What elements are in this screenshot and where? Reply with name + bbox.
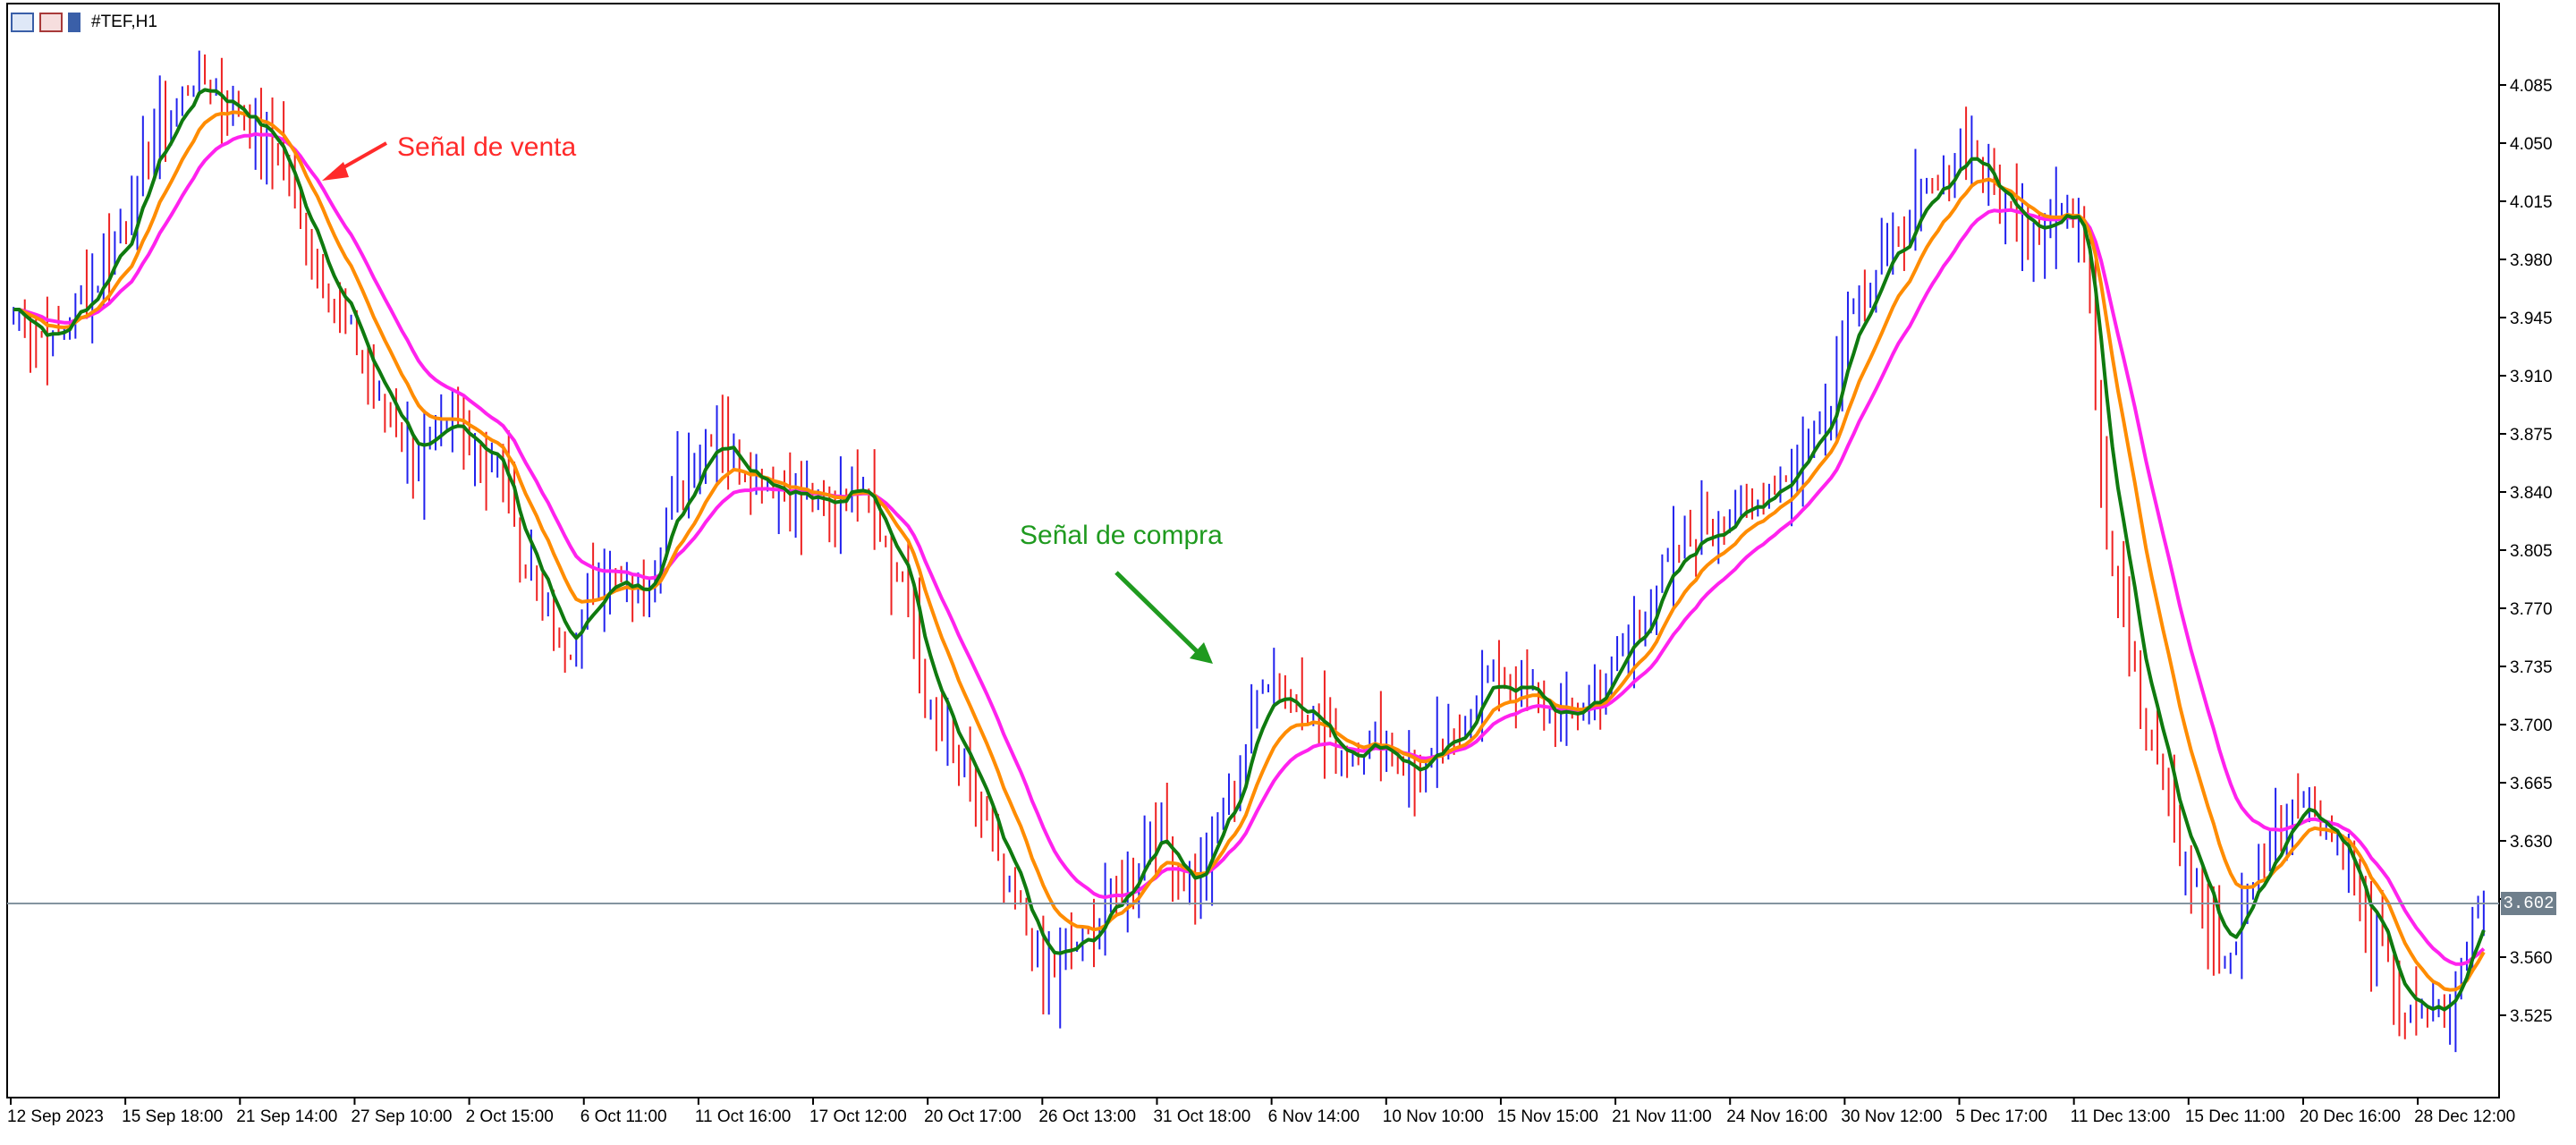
buy-signal-label: Señal de compra <box>1020 521 1223 550</box>
chart-title-bar: #TEF,H1 <box>11 7 157 38</box>
sell-arrow-icon <box>322 141 387 181</box>
time-tick-label: 6 Nov 14:00 <box>1268 1107 1360 1126</box>
price-tick-label: 3.840 <box>2510 484 2553 503</box>
chart-plot[interactable]: 4.085 4.050 4.015 3.980 3.945 3.910 3.875 3.840… <box>0 0 2576 1145</box>
price-bars <box>13 50 2485 1053</box>
time-tick-label: 5 Dec 17:00 <box>1956 1107 2047 1126</box>
price-tick-label: 3.525 <box>2510 1007 2553 1026</box>
price-tick-label: 3.945 <box>2510 310 2553 328</box>
price-tick-label: 3.735 <box>2510 658 2553 677</box>
time-tick-label: 26 Oct 13:00 <box>1038 1107 1136 1126</box>
time-tick-label: 15 Sep 18:00 <box>122 1107 223 1126</box>
time-tick-label: 30 Nov 12:00 <box>1841 1107 1942 1126</box>
time-tick-label: 11 Oct 16:00 <box>695 1107 791 1126</box>
price-tick-label: 3.980 <box>2510 251 2553 270</box>
price-tick-label: 3.770 <box>2510 600 2553 619</box>
time-tick-label: 20 Dec 16:00 <box>2300 1107 2401 1126</box>
price-tick-label: 4.050 <box>2510 135 2553 154</box>
sell-signal-label: Señal de venta <box>397 132 577 162</box>
price-tick-label: 4.085 <box>2510 77 2553 96</box>
time-axis: 12 Sep 2023 15 Sep 18:00 21 Sep 14:00 27 Se… <box>7 1098 2515 1126</box>
time-tick-label: 21 Sep 14:00 <box>236 1107 337 1126</box>
time-tick-label: 17 Oct 12:00 <box>809 1107 907 1126</box>
price-tick-label: 3.560 <box>2510 949 2553 968</box>
time-tick-label: 15 Dec 11:00 <box>2185 1107 2285 1126</box>
time-tick-label: 12 Sep 2023 <box>7 1107 104 1126</box>
plot-frame <box>6 3 2500 1098</box>
time-tick-label: 20 Oct 17:00 <box>924 1107 1021 1126</box>
time-tick-label: 11 Dec 13:00 <box>2071 1107 2171 1126</box>
price-axis: 4.085 4.050 4.015 3.980 3.945 3.910 3.875 3.840… <box>2499 77 2553 1026</box>
time-tick-label: 28 Dec 12:00 <box>2414 1107 2515 1126</box>
time-tick-label: 24 Nov 16:00 <box>1726 1107 1827 1126</box>
time-tick-label: 15 Nov 15:00 <box>1497 1107 1598 1126</box>
price-tick-label: 3.700 <box>2510 717 2553 735</box>
current-price-tag: 3.602 <box>2501 892 2556 915</box>
price-tick-label: 3.630 <box>2510 833 2553 852</box>
price-tick-label: 3.805 <box>2510 542 2553 561</box>
chart-color-icon[interactable] <box>68 13 80 32</box>
time-tick-label: 6 Oct 11:00 <box>580 1107 667 1126</box>
time-tick-label: 10 Nov 10:00 <box>1383 1107 1484 1126</box>
time-tick-label: 31 Oct 18:00 <box>1153 1107 1250 1126</box>
chart-window[interactable]: 4.085 4.050 4.015 3.980 3.945 3.910 3.875 3.840… <box>0 0 2576 1145</box>
chart-type-icon[interactable] <box>39 13 63 32</box>
time-tick-label: 27 Sep 10:00 <box>351 1107 452 1126</box>
price-tick-label: 3.910 <box>2510 368 2553 386</box>
time-tick-label: 21 Nov 11:00 <box>1612 1107 1712 1126</box>
price-tick-label: 3.875 <box>2510 426 2553 445</box>
chart-window-icon[interactable] <box>11 13 34 32</box>
time-tick-label: 2 Oct 15:00 <box>466 1107 554 1126</box>
symbol-title: #TEF,H1 <box>91 13 157 31</box>
buy-arrow-icon <box>1114 571 1213 664</box>
price-tick-label: 4.015 <box>2510 193 2553 212</box>
price-tick-label: 3.665 <box>2510 775 2553 793</box>
